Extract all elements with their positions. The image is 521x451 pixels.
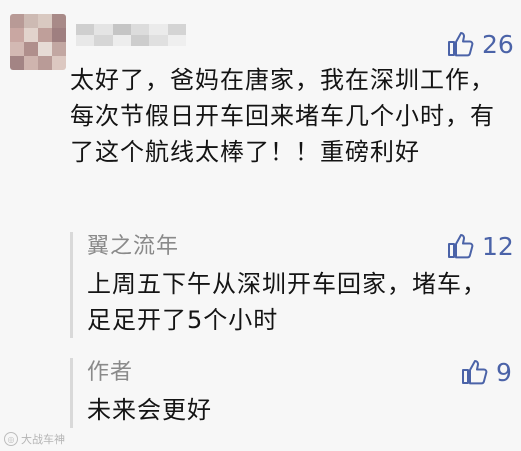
reply-body: 上周五下午从深圳开车回家，堵车，足足开了5个小时 xyxy=(87,270,487,334)
reply-author[interactable]: 作者 xyxy=(87,358,515,388)
like-count: 26 xyxy=(482,29,514,59)
like-button[interactable]: 26 xyxy=(446,30,514,58)
reply-item: 作者 未来会更好 xyxy=(70,358,515,428)
reply-item: 翼之流年 上周五下午从深圳开车回家，堵车，足足开了5个小时 xyxy=(70,232,515,338)
reply-author[interactable]: 翼之流年 xyxy=(87,232,515,262)
avatar[interactable] xyxy=(10,14,66,70)
comment-thread: 26 太好了，爸妈在唐家，我在深圳工作，每次节假日开车回来堵车几个小时，有了这个… xyxy=(0,0,521,451)
watermark-text: 大战车神 xyxy=(21,433,65,446)
comment-body: 太好了，爸妈在唐家，我在深圳工作，每次节假日开车回来堵车几个小时，有了这个航线太… xyxy=(70,66,495,166)
author-name-redacted[interactable] xyxy=(76,24,186,46)
thumbs-up-icon xyxy=(448,32,474,57)
reply-body: 未来会更好 xyxy=(87,396,212,424)
watermark: ◎ 大战车神 xyxy=(4,431,65,447)
watermark-logo-icon: ◎ xyxy=(4,432,18,446)
